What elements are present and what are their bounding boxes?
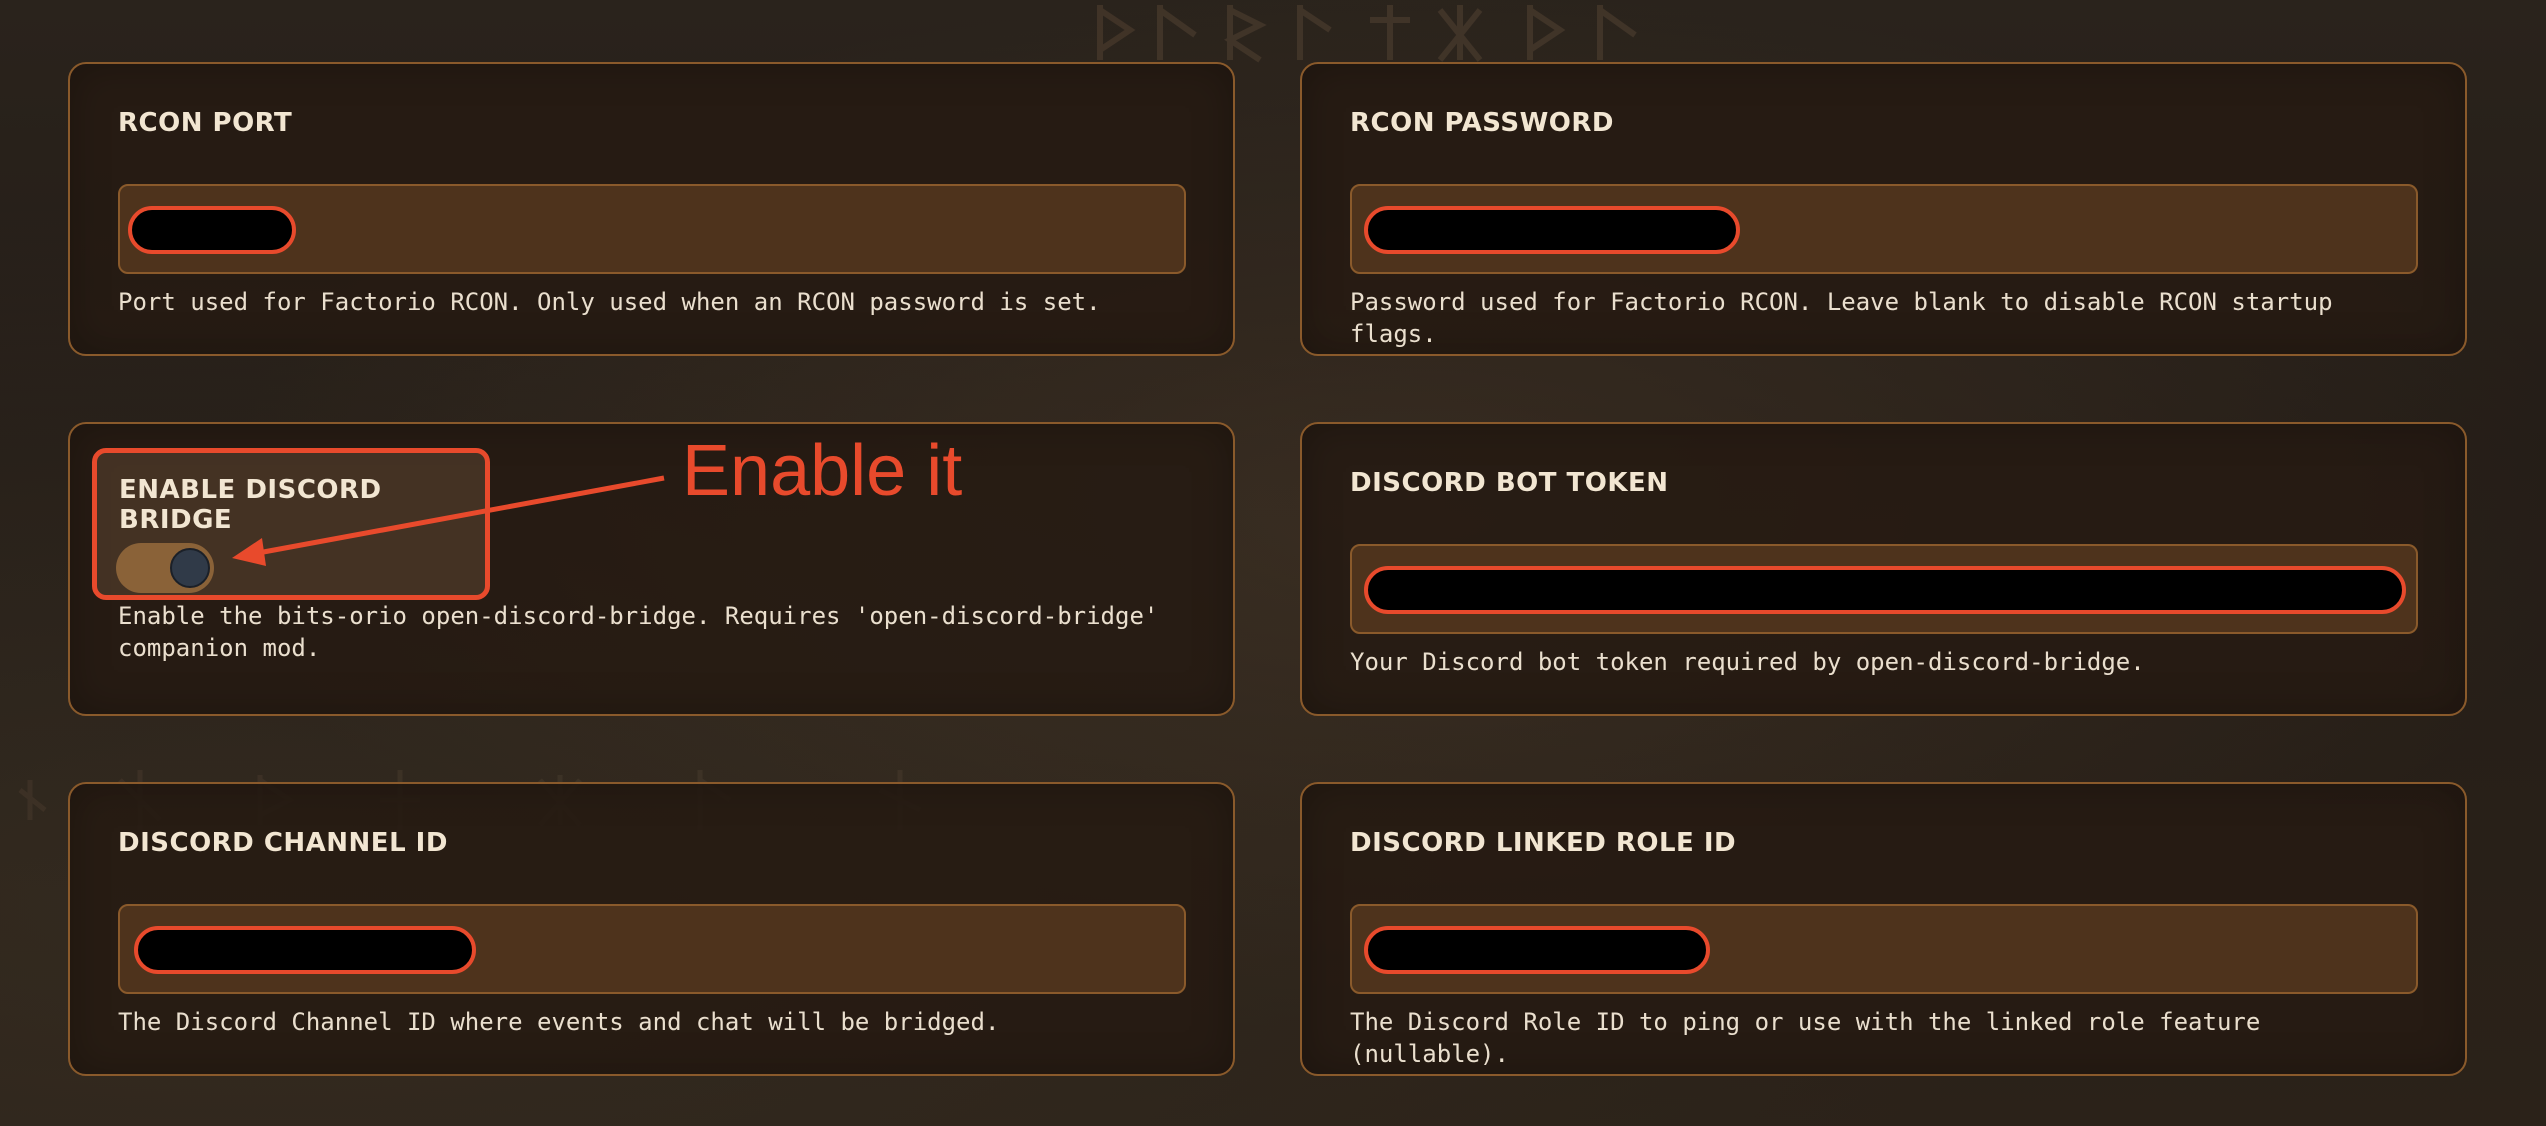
discord-bridge-label: ENABLE DISCORD BRIDGE [119, 475, 382, 535]
discord-bridge-help: Enable the bits-orio open-discord-bridge… [118, 602, 1159, 662]
discord-channel-id-card: DISCORD CHANNEL ID The Discord Channel I… [68, 782, 1235, 1076]
redacted-value [1364, 926, 1710, 974]
redacted-value [134, 926, 476, 974]
rcon-port-label: RCON PORT [118, 108, 293, 138]
discord-channel-id-label: DISCORD CHANNEL ID [118, 828, 448, 858]
discord-bot-token-help: Your Discord bot token required by open-… [1350, 648, 2145, 676]
rcon-password-help: Password used for Factorio RCON. Leave b… [1350, 288, 2333, 348]
discord-linked-role-id-card: DISCORD LINKED ROLE ID The Discord Role … [1300, 782, 2467, 1076]
rcon-port-card: RCON PORT Port used for Factorio RCON. O… [68, 62, 1235, 356]
discord-bot-token-card: DISCORD BOT TOKEN Your Discord bot token… [1300, 422, 2467, 716]
rcon-password-input[interactable] [1350, 184, 2418, 274]
redacted-value [1364, 206, 1740, 254]
discord-channel-id-input[interactable] [118, 904, 1186, 994]
discord-linked-role-id-help: The Discord Role ID to ping or use with … [1350, 1008, 2261, 1068]
toggle-knob [170, 548, 210, 588]
rcon-port-help: Port used for Factorio RCON. Only used w… [118, 288, 1101, 316]
discord-channel-id-help: The Discord Channel ID where events and … [118, 1008, 1000, 1036]
annotation-text: Enable it [682, 431, 963, 511]
discord-bridge-toggle[interactable] [116, 543, 214, 593]
discord-linked-role-id-input[interactable] [1350, 904, 2418, 994]
discord-linked-role-id-label: DISCORD LINKED ROLE ID [1350, 828, 1737, 858]
discord-bot-token-label: DISCORD BOT TOKEN [1350, 468, 1669, 498]
rcon-port-input[interactable] [118, 184, 1186, 274]
rcon-password-card: RCON PASSWORD Password used for Factorio… [1300, 62, 2467, 356]
redacted-value [1364, 566, 2406, 614]
discord-bot-token-input[interactable] [1350, 544, 2418, 634]
rcon-password-label: RCON PASSWORD [1350, 108, 1614, 138]
redacted-value [128, 206, 296, 254]
